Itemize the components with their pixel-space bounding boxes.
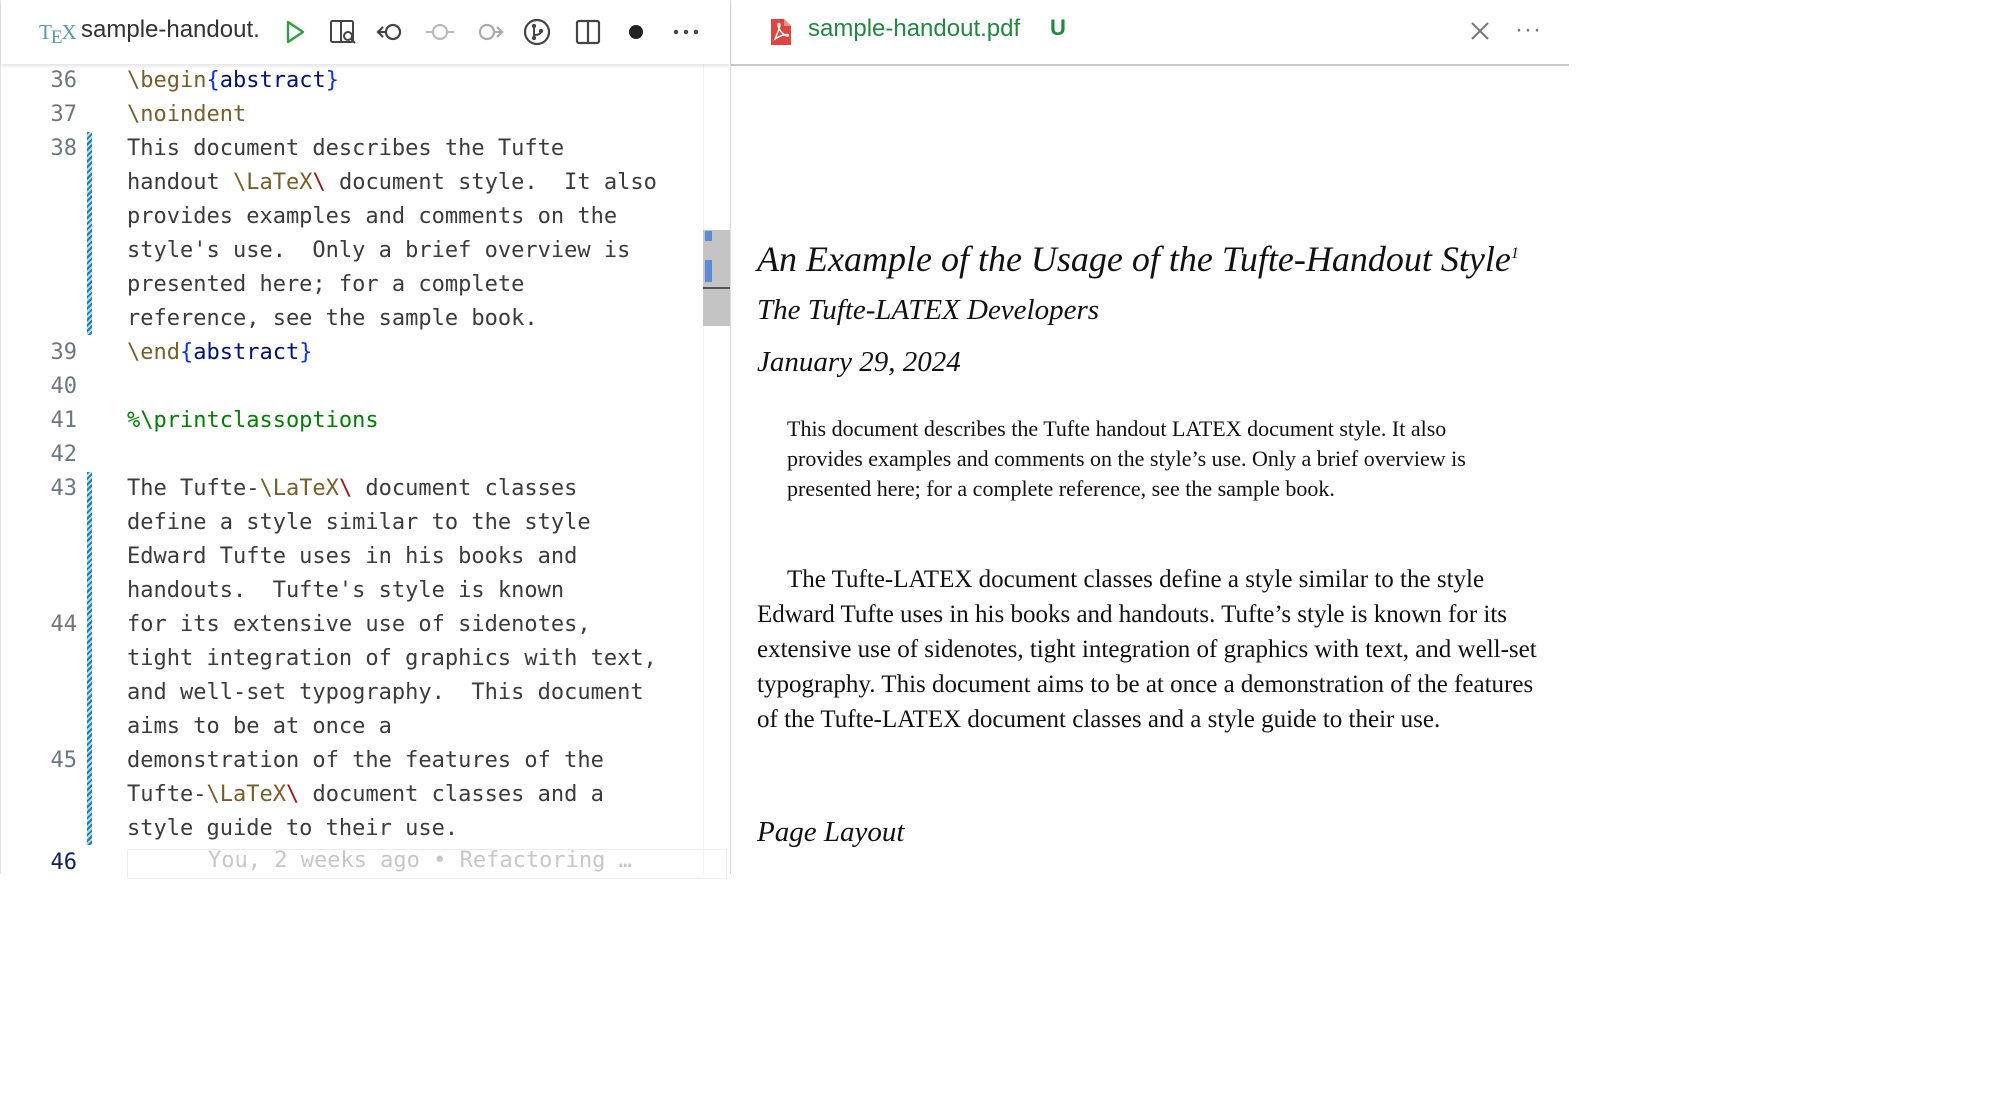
line-number: 36 xyxy=(50,68,78,93)
code-line[interactable]: and well-set typography. This document xyxy=(1,676,701,710)
more-icon[interactable] xyxy=(671,17,701,47)
code-text[interactable]: for its extensive use of sidenotes, xyxy=(127,608,591,642)
code-text[interactable]: reference, see the sample book. xyxy=(127,302,538,336)
untracked-badge: U xyxy=(1050,15,1066,40)
line-number: 44 xyxy=(50,612,78,637)
document-author: The Tufte-LATEX Developers xyxy=(757,294,1100,326)
code-text[interactable]: handout \LaTeX\ document style. It also xyxy=(127,166,657,200)
code-line[interactable]: provides examples and comments on the xyxy=(1,200,701,234)
code-line[interactable]: 39 \end{abstract} xyxy=(1,336,701,370)
back-icon[interactable] xyxy=(376,17,406,47)
scroll-cursor-marker xyxy=(703,287,730,289)
code-line[interactable]: presented here; for a complete xyxy=(1,268,701,302)
document-title: An Example of the Usage of the Tufte-Han… xyxy=(757,239,1519,279)
code-text[interactable]: aims to be at once a xyxy=(127,710,392,744)
code-line[interactable]: 41 %\printclassoptions xyxy=(1,404,701,438)
run-icon[interactable] xyxy=(279,17,309,47)
code-line[interactable]: 38 This document describes the Tufte xyxy=(1,132,701,166)
line-number: 46 xyxy=(50,850,78,875)
code-line[interactable]: tight integration of graphics with text, xyxy=(1,642,701,676)
more-icon[interactable]: ··· xyxy=(1515,16,1542,44)
code-line[interactable]: 37 \noindent xyxy=(1,98,701,132)
code-editor[interactable]: 36 \begin{abstract} 37 \noindent 38 This docu… xyxy=(1,64,701,875)
pdf-tab-bar: sample-handout.pdf U ··· xyxy=(731,0,1569,66)
unsaved-dot-icon[interactable] xyxy=(621,17,651,47)
code-line[interactable]: Tufte-\LaTeX\ document classes and a xyxy=(1,778,701,812)
code-text[interactable]: style's use. Only a brief overview is xyxy=(127,234,630,268)
scroll-change-marker xyxy=(705,231,712,241)
line-number: 43 xyxy=(50,476,78,501)
line-number: 38 xyxy=(50,136,78,161)
section-heading: Page Layout xyxy=(757,816,905,848)
code-line[interactable]: 36 \begin{abstract} xyxy=(1,64,701,98)
code-text[interactable]: \begin{abstract} xyxy=(127,64,339,98)
code-text[interactable]: \noindent xyxy=(127,98,246,132)
code-line[interactable]: 42 xyxy=(1,438,701,472)
git-modified-gutter[interactable] xyxy=(87,472,92,845)
code-line[interactable]: aims to be at once a xyxy=(1,710,701,744)
code-line[interactable]: define a style similar to the style xyxy=(1,506,701,540)
code-text[interactable]: This document describes the Tufte xyxy=(127,132,564,166)
history-circle-icon xyxy=(425,17,455,47)
document-body-paragraph: The Tufte-LATEX document classes define … xyxy=(757,566,1537,733)
code-text[interactable]: provides examples and comments on the xyxy=(127,200,617,234)
pdf-file-icon xyxy=(771,19,791,45)
document-date: January 29, 2024 xyxy=(757,346,961,378)
git-modified-gutter[interactable] xyxy=(87,132,92,335)
tex-file-icon: TEX xyxy=(39,20,77,48)
line-number: 37 xyxy=(50,102,78,127)
code-line[interactable]: style guide to their use. xyxy=(1,812,701,846)
code-text[interactable]: demonstration of the features of the xyxy=(127,744,604,778)
pdf-viewer-pane[interactable]: sample-handout.pdf U ··· An Example of t… xyxy=(730,0,1569,874)
code-line[interactable]: style's use. Only a brief overview is xyxy=(1,234,701,268)
code-line[interactable]: reference, see the sample book. xyxy=(1,302,701,336)
code-text[interactable]: \end{abstract} xyxy=(127,336,312,370)
code-text[interactable]: style guide to their use. xyxy=(127,812,458,846)
code-line[interactable]: handouts. Tufte's style is known xyxy=(1,574,701,608)
line-number: 45 xyxy=(50,748,78,773)
line-number: 39 xyxy=(50,340,78,365)
code-text[interactable]: tight integration of graphics with text, xyxy=(127,642,657,676)
line-number: 42 xyxy=(50,442,78,467)
editor-tab-bar: TEX sample-handout. xyxy=(1,0,730,64)
code-line[interactable]: 44 for its extensive use of sidenotes, xyxy=(1,608,701,642)
pdf-tab-title[interactable]: sample-handout.pdf xyxy=(808,15,1020,43)
document-abstract: This document describes the Tufte handou… xyxy=(787,416,1466,501)
code-line[interactable]: 43 The Tufte-\LaTeX\ document classes xyxy=(1,472,701,506)
editor-tab-title[interactable]: sample-handout. xyxy=(81,16,275,44)
git-blame-annotation: You, 2 weeks ago • Refactoring … xyxy=(127,848,727,879)
code-line[interactable]: 45 demonstration of the features of the xyxy=(1,744,701,778)
git-graph-icon[interactable] xyxy=(522,17,552,47)
split-editor-icon[interactable] xyxy=(573,17,603,47)
split-preview-icon[interactable] xyxy=(328,17,358,47)
code-line[interactable]: 40 xyxy=(1,370,701,404)
scroll-change-marker xyxy=(705,260,712,282)
forward-icon xyxy=(474,17,504,47)
code-text[interactable]: The Tufte-\LaTeX\ document classes xyxy=(127,472,577,506)
code-text[interactable]: Edward Tufte uses in his books and xyxy=(127,540,577,574)
editor-scrollbar[interactable] xyxy=(703,64,731,874)
line-number: 40 xyxy=(50,374,78,399)
code-line[interactable]: handout \LaTeX\ document style. It also xyxy=(1,166,701,200)
line-number: 41 xyxy=(50,408,78,433)
code-text[interactable]: presented here; for a complete xyxy=(127,268,524,302)
close-icon[interactable] xyxy=(1469,20,1491,42)
code-text[interactable]: define a style similar to the style xyxy=(127,506,591,540)
editor-pane[interactable]: TEX sample-handout. 36 \begin{abstract} … xyxy=(0,0,731,879)
code-text[interactable]: %\printclassoptions xyxy=(127,404,379,438)
code-line[interactable]: Edward Tufte uses in his books and xyxy=(1,540,701,574)
code-text[interactable]: and well-set typography. This document xyxy=(127,676,644,710)
code-text[interactable]: Tufte-\LaTeX\ document classes and a xyxy=(127,778,604,812)
code-text[interactable]: handouts. Tufte's style is known xyxy=(127,574,564,608)
pdf-page[interactable]: An Example of the Usage of the Tufte-Han… xyxy=(757,70,1557,874)
